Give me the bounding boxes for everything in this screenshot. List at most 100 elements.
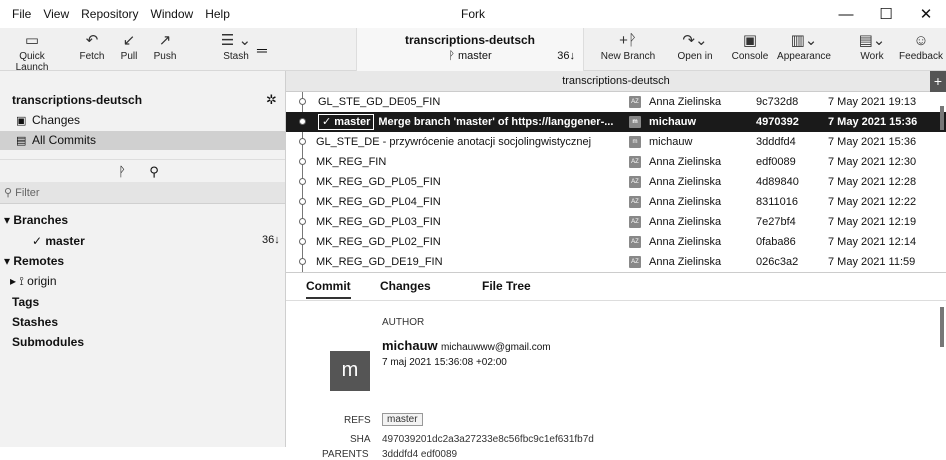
new-branch-button[interactable]: +ᚹ New Branch — [598, 31, 658, 62]
commit-dot — [299, 258, 306, 265]
author-email[interactable]: michauwww@gmail.com — [441, 342, 551, 353]
open-in-button[interactable]: ↷⌄ Open in — [672, 31, 718, 62]
commit-row[interactable]: GL_STE_GD_DE05_FIN AZ Anna Zielinska 9c7… — [286, 92, 946, 112]
stashes-header[interactable]: Stashes — [12, 315, 58, 329]
avatar: m — [629, 136, 641, 148]
commit-author: Anna Zielinska — [649, 156, 722, 168]
tab-changes[interactable]: Changes — [380, 279, 431, 293]
gear-icon[interactable]: ✲ — [266, 92, 277, 108]
filter-placeholder: Filter — [15, 187, 40, 199]
appearance-button[interactable]: ▥⌄ Appearance — [774, 31, 834, 62]
stashes-label: Stashes — [12, 315, 59, 329]
menu-repository[interactable]: Repository — [75, 7, 144, 21]
commit-list-scrollbar[interactable] — [940, 106, 944, 130]
quick-launch-button[interactable]: ▭ Quick Launch — [6, 31, 58, 73]
remotes-label: Remotes — [13, 254, 65, 268]
menu-help[interactable]: Help — [199, 7, 236, 21]
console-button[interactable]: ▣ Console — [728, 31, 772, 62]
parents-value[interactable]: 3dddfd4 edf0089 — [382, 449, 457, 460]
search-icon[interactable]: ⚲ — [142, 163, 166, 181]
commit-dot — [299, 158, 306, 165]
branches-header[interactable]: ▾ Branches — [4, 213, 68, 227]
repo-tab[interactable]: transcriptions-deutsch + — [286, 71, 946, 92]
commit-row[interactable]: MK_REG_GD_PL04_FIN AZ Anna Zielinska 831… — [286, 192, 946, 212]
commit-dot — [299, 238, 306, 245]
commit-sha: 4970392 — [756, 116, 799, 128]
branch-badge: ✓ master — [318, 114, 375, 130]
commit-date: 7 May 2021 12:30 — [828, 156, 917, 168]
menu-view[interactable]: View — [37, 7, 75, 21]
chevron-down-icon: ▾ — [4, 213, 14, 227]
sha-label: SHA — [350, 434, 371, 445]
commit-date: 7 May 2021 15:36 — [828, 136, 917, 148]
branch-master-label: ✓ master — [32, 234, 85, 248]
commit-author: michauw — [649, 136, 693, 148]
add-tab-button[interactable]: + — [930, 71, 946, 92]
ref-badge[interactable]: master — [382, 413, 423, 426]
work-button[interactable]: ▤⌄ Work — [856, 31, 888, 62]
commit-sha: 3dddfd4 — [756, 136, 796, 148]
maximize-button[interactable]: ☐ — [866, 0, 906, 28]
sha-value[interactable]: 497039201dc2a3a27233e8c56fbc9c1ef631fb7d — [382, 434, 594, 445]
commit-details: Commit Changes File Tree AUTHOR m michau… — [286, 272, 946, 460]
tab-commit[interactable]: Commit — [306, 279, 351, 299]
sidebar-all-commits-label: All Commits — [32, 133, 97, 147]
close-button[interactable]: ✕ — [906, 0, 946, 28]
commit-row[interactable]: MK_REG_GD_PL02_FIN AZ Anna Zielinska 0fa… — [286, 232, 946, 252]
commit-row[interactable]: MK_REG_GD_PL03_FIN AZ Anna Zielinska 7e2… — [286, 212, 946, 232]
filter-input[interactable]: ⚲ Filter — [0, 182, 285, 204]
submodules-header[interactable]: Submodules — [12, 335, 84, 349]
stash-icon: ☰ ⌄ — [220, 32, 252, 49]
repo-branch-selector[interactable]: ═ transcriptions-deutsch ᚹ master 36↓ — [257, 28, 584, 71]
commit-date: 7 May 2021 19:13 — [828, 96, 917, 108]
commit-row[interactable]: MK_REG_FIN AZ Anna Zielinska edf0089 7 M… — [286, 152, 946, 172]
details-scrollbar[interactable] — [940, 307, 944, 347]
commit-sha: 4d89840 — [756, 176, 799, 188]
commit-dot — [299, 98, 306, 105]
commit-row[interactable]: MK_REG_GD_PL05_FIN AZ Anna Zielinska 4d8… — [286, 172, 946, 192]
commit-date: 7 May 2021 12:19 — [828, 216, 917, 228]
commit-sha: 8311016 — [756, 196, 799, 208]
commit-message: MK_REG_GD_PL04_FIN — [316, 196, 441, 208]
pull-button[interactable]: ↙ Pull — [116, 31, 142, 62]
commit-date: 7 May 2021 12:22 — [828, 196, 917, 208]
sidebar-item-changes[interactable]: ▣ Changes — [0, 111, 285, 130]
details-tabs: Commit Changes File Tree — [286, 273, 946, 301]
commit-row[interactable]: ✓ master Merge branch 'master' of https:/… — [286, 112, 946, 132]
feedback-button[interactable]: ☺ Feedback — [898, 31, 944, 62]
commit-author: Anna Zielinska — [649, 236, 722, 248]
fetch-label: Fetch — [79, 51, 105, 62]
refs-label: REFS — [344, 415, 371, 426]
open-in-icon: ↷⌄ — [682, 32, 708, 49]
commit-dot — [299, 178, 306, 185]
commit-date: 7 May 2021 11:59 — [828, 256, 916, 268]
tags-header[interactable]: Tags — [12, 295, 39, 309]
push-button[interactable]: ↗ Push — [150, 31, 180, 62]
refs-value: master — [382, 413, 423, 426]
menu-file[interactable]: File — [6, 7, 37, 21]
remote-origin-label: origin — [27, 274, 57, 288]
branch-item-master[interactable]: ✓ master — [32, 234, 85, 248]
commit-message: MK_REG_GD_PL02_FIN — [316, 236, 441, 248]
commit-author: Anna Zielinska — [649, 216, 722, 228]
remotes-header[interactable]: ▾ Remotes — [4, 254, 64, 268]
console-icon: ▣ — [742, 32, 758, 49]
remote-origin[interactable]: ▸ ⟟ origin — [10, 274, 57, 289]
title-bar: File View Repository Window Help Fork — … — [0, 0, 946, 28]
fetch-button[interactable]: ↶ Fetch — [76, 31, 108, 62]
hamburger-icon[interactable]: ═ — [257, 42, 267, 58]
sidebar-item-all-commits[interactable]: ▤ All Commits — [0, 131, 285, 150]
filter-search-icon: ⚲ — [4, 187, 16, 199]
branch-view-icon[interactable]: ᚹ — [110, 163, 134, 181]
tab-file-tree[interactable]: File Tree — [482, 279, 531, 293]
stash-button[interactable]: ☰ ⌄ Stash — [218, 31, 254, 62]
commit-row[interactable]: MK_REG_GD_DE19_FIN AZ Anna Zielinska 026… — [286, 252, 946, 272]
tags-label: Tags — [12, 295, 40, 309]
commit-row[interactable]: GL_STE_DE - przywrócenie anotacji socjol… — [286, 132, 946, 152]
minimize-button[interactable]: — — [826, 0, 866, 28]
stash-label: Stash — [223, 51, 249, 62]
toolbar: ▭ Quick Launch ↶ Fetch ↙ Pull ↗ Push ☰ ⌄… — [0, 28, 946, 73]
menu-window[interactable]: Window — [145, 7, 200, 21]
fetch-icon: ↶ — [85, 32, 99, 49]
commit-author: Anna Zielinska — [649, 256, 722, 268]
